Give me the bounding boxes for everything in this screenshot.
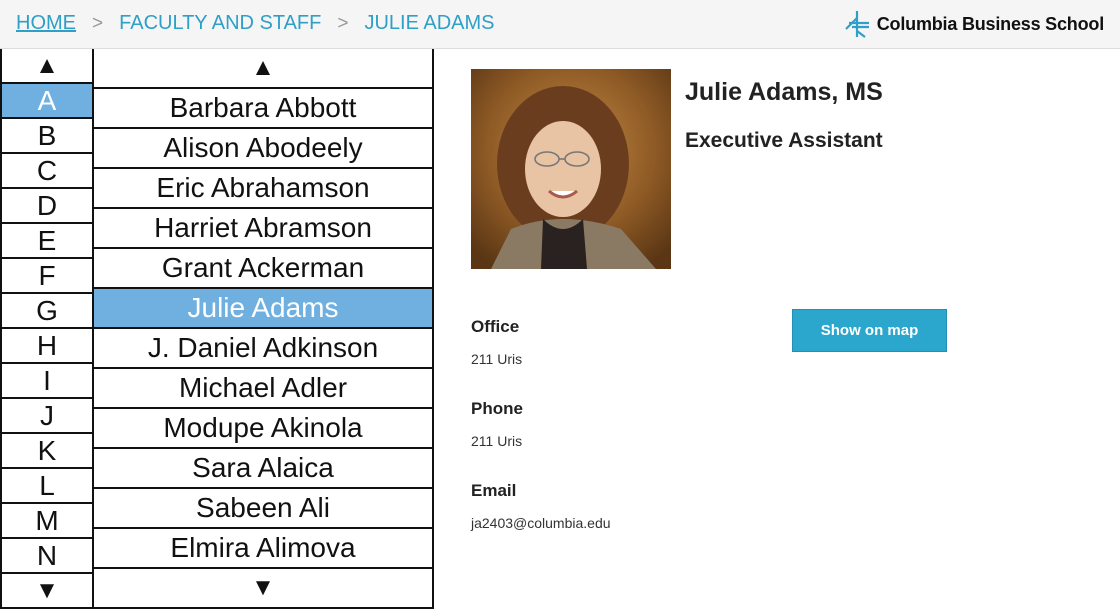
name-list-item[interactable]: J. Daniel Adkinson — [94, 329, 432, 369]
letter-item-g[interactable]: G — [2, 294, 92, 329]
name-list-item[interactable]: Modupe Akinola — [94, 409, 432, 449]
name-list-item[interactable]: Sara Alaica — [94, 449, 432, 489]
names-scroll-down-button[interactable]: ▼ — [94, 567, 432, 607]
top-bar: HOME > FACULTY AND STAFF > JULIE ADAMS C… — [0, 0, 1120, 49]
letter-item-a[interactable]: A — [2, 84, 92, 119]
letter-item-k[interactable]: K — [2, 434, 92, 469]
letter-item-h[interactable]: H — [2, 329, 92, 364]
name-list-item[interactable]: Grant Ackerman — [94, 249, 432, 289]
name-list-item[interactable]: Alison Abodeely — [94, 129, 432, 169]
letter-item-f[interactable]: F — [2, 259, 92, 294]
letter-list: ABCDEFGHIJKLMN — [2, 84, 92, 574]
name-list-item[interactable]: Eric Abrahamson — [94, 169, 432, 209]
letters-scroll-up-button[interactable]: ▲ — [2, 49, 92, 84]
letter-item-d[interactable]: D — [2, 189, 92, 224]
arrow-down-icon: ▼ — [251, 574, 275, 601]
letter-item-l[interactable]: L — [2, 469, 92, 504]
breadcrumb-faculty-link[interactable]: FACULTY AND STAFF — [119, 12, 321, 35]
letter-item-c[interactable]: C — [2, 154, 92, 189]
brand-logo[interactable]: Columbia Business School — [843, 9, 1104, 39]
alphabet-index: ▲ ABCDEFGHIJKLMN ▼ — [0, 49, 94, 609]
breadcrumb-current: JULIE ADAMS — [364, 12, 495, 34]
portrait-image — [471, 69, 671, 269]
arrow-down-icon: ▼ — [35, 576, 59, 604]
profile-name: Julie Adams, MS — [685, 78, 883, 106]
letter-item-n[interactable]: N — [2, 539, 92, 574]
letter-item-i[interactable]: I — [2, 364, 92, 399]
office-label: Office — [471, 317, 520, 336]
phone-label: Phone — [471, 399, 523, 418]
columbia-logo-icon — [844, 11, 869, 38]
office-value: 211 Uris — [471, 351, 523, 367]
name-list-item[interactable]: Elmira Alimova — [94, 529, 432, 569]
letter-item-j[interactable]: J — [2, 399, 92, 434]
breadcrumb: HOME > FACULTY AND STAFF > JULIE ADAMS — [16, 12, 495, 35]
arrow-up-icon: ▲ — [251, 54, 275, 81]
breadcrumb-home-link[interactable]: HOME — [16, 12, 76, 35]
phone-value: 211 Uris — [471, 433, 523, 449]
name-list-panel: ▲ Barbara Abbott Alison Abodeely Eric Abra… — [92, 49, 434, 609]
letter-item-m[interactable]: M — [2, 504, 92, 539]
name-list: Barbara Abbott Alison Abodeely Eric Abraha… — [94, 89, 432, 569]
arrow-up-icon: ▲ — [35, 51, 59, 79]
show-on-map-button[interactable]: Show on map — [792, 309, 947, 352]
name-list-item[interactable]: Michael Adler — [94, 369, 432, 409]
letter-item-b[interactable]: B — [2, 119, 92, 154]
name-list-item[interactable]: Sabeen Ali — [94, 489, 432, 529]
name-list-item[interactable]: Julie Adams — [94, 289, 432, 329]
email-value[interactable]: ja2403@columbia.edu — [471, 515, 611, 531]
name-list-item[interactable]: Harriet Abramson — [94, 209, 432, 249]
profile-title: Executive Assistant — [685, 129, 883, 152]
profile-photo — [471, 69, 671, 269]
breadcrumb-separator: > — [337, 12, 349, 34]
letter-item-e[interactable]: E — [2, 224, 92, 259]
email-label: Email — [471, 481, 517, 500]
brand-name: Columbia Business School — [876, 13, 1104, 34]
letters-scroll-down-button[interactable]: ▼ — [2, 572, 92, 607]
breadcrumb-separator: > — [92, 12, 104, 34]
names-scroll-up-button[interactable]: ▲ — [94, 49, 432, 89]
name-list-item[interactable]: Barbara Abbott — [94, 89, 432, 129]
